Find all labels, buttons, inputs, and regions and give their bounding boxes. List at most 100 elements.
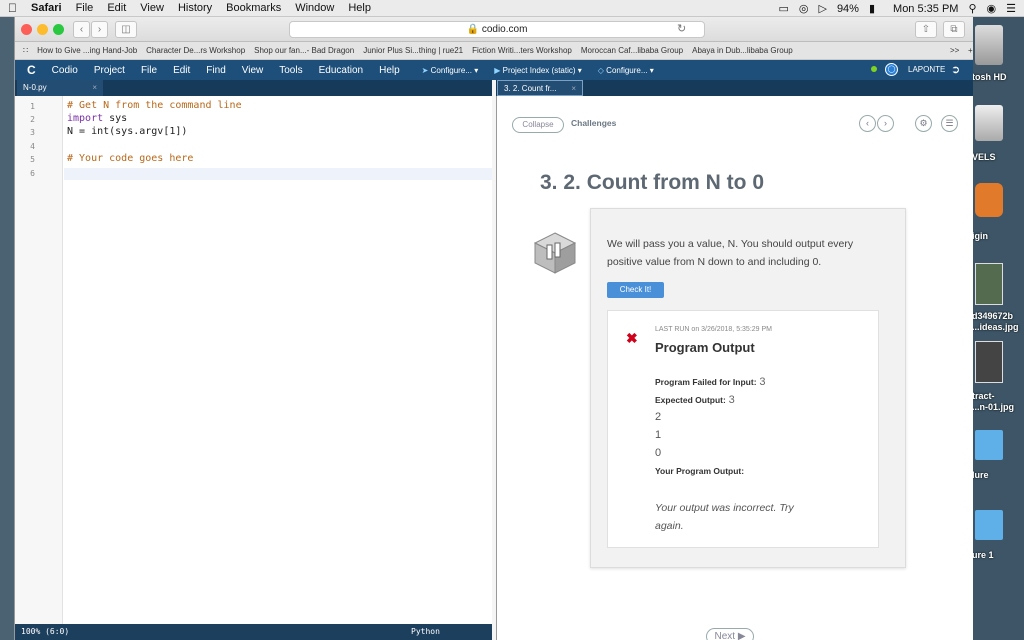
folder-icon[interactable] (975, 510, 1003, 540)
tab-n0-py[interactable]: N-0.py × (17, 80, 103, 96)
collapse-button[interactable]: Collapse (512, 117, 564, 133)
code-line[interactable]: import sys (67, 113, 127, 124)
menu-window[interactable]: Window (295, 2, 334, 14)
codio-logo-icon[interactable]: C (27, 63, 36, 77)
hard-drive-icon[interactable] (975, 25, 1003, 65)
bookmark-item[interactable]: Moroccan Caf...libaba Group (581, 46, 683, 55)
desktop-label-file2[interactable]: tract- (972, 391, 1024, 402)
desktop-label-origin[interactable]: igin (972, 231, 1024, 242)
folder-icon[interactable] (975, 430, 1003, 460)
codio-menu-file[interactable]: File (141, 65, 157, 76)
airplay-icon[interactable]: ▭ (778, 2, 788, 15)
menu-bookmarks[interactable]: Bookmarks (226, 2, 281, 14)
next-button[interactable]: Next ▶ (706, 628, 754, 640)
codio-menu-education[interactable]: Education (319, 65, 363, 76)
prev-section-icon[interactable]: ‹ (859, 115, 876, 132)
codio-menu-help[interactable]: Help (379, 65, 400, 76)
back-button[interactable]: ‹ (73, 21, 90, 38)
volume-icon[interactable]: ▷ (818, 2, 826, 15)
siri-icon[interactable]: ◉ (987, 2, 997, 15)
code-line[interactable]: # Your code goes here (67, 153, 193, 164)
play-right-icon: ▶ (737, 631, 746, 640)
menu-help[interactable]: Help (348, 2, 371, 14)
forward-button[interactable]: › (91, 21, 108, 38)
codio-menu-view[interactable]: View (242, 65, 264, 76)
minimize-window-icon[interactable] (37, 24, 48, 35)
wifi-icon[interactable]: ◎ (799, 2, 809, 15)
bookmark-item[interactable]: How to Give ...ing Hand-Job (37, 46, 137, 55)
image-thumbnail-icon[interactable] (975, 263, 1003, 305)
code-line[interactable]: N = int(sys.argv[1]) (67, 126, 187, 137)
menu-view[interactable]: View (140, 2, 164, 14)
user-avatar-icon[interactable]: ◯ (885, 63, 898, 76)
desktop-label-folder1[interactable]: lure (972, 470, 1024, 481)
codio-menu-project[interactable]: Project (94, 65, 125, 76)
logout-icon[interactable]: ➲ (951, 63, 960, 76)
desktop-label-vels[interactable]: VELS (972, 152, 1024, 163)
menu-edit[interactable]: Edit (107, 2, 126, 14)
your-output-label: Your Program Output: (655, 466, 745, 476)
menu-safari[interactable]: Safari (31, 2, 62, 14)
macos-menubar:  Safari File Edit View History Bookmark… (0, 0, 1024, 17)
user-name[interactable]: LAPONTE (908, 65, 945, 74)
desktop-label-folder2[interactable]: ure 1 (972, 550, 1024, 561)
codio-menu-find[interactable]: Find (206, 65, 225, 76)
desktop-label-file1[interactable]: d349672b (972, 311, 1024, 322)
menu-file[interactable]: File (76, 2, 94, 14)
close-tab-icon[interactable]: × (92, 80, 97, 96)
page-title: 3. 2. Count from N to 0 (540, 171, 765, 194)
zoom-window-icon[interactable] (53, 24, 64, 35)
sidebar-toggle-icon[interactable]: ◫ (115, 21, 137, 38)
desktop-label-file2b[interactable]: ...n-01.jpg (972, 402, 1024, 413)
apps-grid-icon[interactable]: ∷ (23, 46, 28, 55)
settings-gear-icon[interactable]: ⚙ (915, 115, 932, 132)
apple-menu-icon[interactable]:  (8, 1, 17, 15)
notification-center-icon[interactable]: ☰ (1006, 2, 1016, 15)
url-text: codio.com (481, 24, 528, 35)
next-section-icon[interactable]: › (877, 115, 894, 132)
address-bar[interactable]: 🔒 codio.com (289, 21, 705, 38)
project-index-label: Project Index (static) (502, 65, 576, 75)
challenges-link[interactable]: Challenges (571, 118, 616, 128)
project-index-menu[interactable]: ▶ Project Index (static) ▾ (494, 66, 582, 75)
close-window-icon[interactable] (21, 24, 32, 35)
clock[interactable]: Mon 5:35 PM (893, 3, 958, 15)
close-tab-icon[interactable]: × (571, 81, 576, 97)
configure-menu-1[interactable]: ➤ Configure... ▾ (422, 66, 479, 75)
configure-menu-2[interactable]: ◇ Configure... ▾ (598, 66, 654, 75)
bookmark-item[interactable]: Junior Plus Si...thing | rue21 (363, 46, 463, 55)
reload-icon[interactable]: ↻ (677, 22, 686, 35)
bookmark-item[interactable]: Abaya in Dub...libaba Group (692, 46, 793, 55)
tabs-overview-button[interactable]: ⧉ (943, 21, 965, 38)
origin-app-icon[interactable] (975, 183, 1003, 217)
active-line-highlight (64, 168, 492, 180)
drive-icon[interactable] (975, 105, 1003, 141)
spotlight-icon[interactable]: ⚲ (968, 2, 976, 15)
battery-icon[interactable]: ▮ (869, 2, 875, 15)
challenge-cube-icon (533, 231, 577, 275)
codio-menu-edit[interactable]: Edit (173, 65, 190, 76)
desktop-label-hd[interactable]: tosh HD (972, 72, 1024, 83)
result-box: ✖ LAST RUN on 3/26/2018, 5:35:29 PM Prog… (607, 310, 879, 548)
bookmark-item[interactable]: Shop our fan...- Bad Dragon (254, 46, 354, 55)
menu-history[interactable]: History (178, 2, 212, 14)
new-tab-icon[interactable]: + (968, 46, 973, 55)
tab-guide[interactable]: 3. 2. Count fr... × (497, 80, 583, 96)
bookmark-item[interactable]: Character De...rs Workshop (146, 46, 245, 55)
image-thumbnail-icon[interactable] (975, 341, 1003, 383)
bookmarks-bar: ∷ How to Give ...ing Hand-Job Character … (15, 42, 973, 60)
language-mode[interactable]: Python (411, 624, 440, 640)
bookmark-item[interactable]: Fiction Writi...ters Workshop (472, 46, 572, 55)
share-button[interactable]: ⇧ (915, 21, 937, 38)
code-line[interactable]: # Get N from the command line (67, 100, 242, 111)
expected-output-value: 1 (655, 429, 662, 441)
code-editor[interactable]: 1 2 3 4 5 6 # Get N from the command lin… (15, 96, 492, 624)
codio-menu-tools[interactable]: Tools (279, 65, 302, 76)
codio-menu-codio[interactable]: Codio (52, 65, 78, 76)
desktop-label-file1b[interactable]: ...ideas.jpg (972, 322, 1024, 333)
lock-icon: 🔒 (466, 24, 480, 35)
menu-list-icon[interactable]: ☰ (941, 115, 958, 132)
check-it-button[interactable]: Check It! (607, 282, 664, 298)
bookmarks-overflow[interactable]: >> (950, 46, 959, 55)
battery-percent[interactable]: 94% (837, 3, 859, 15)
